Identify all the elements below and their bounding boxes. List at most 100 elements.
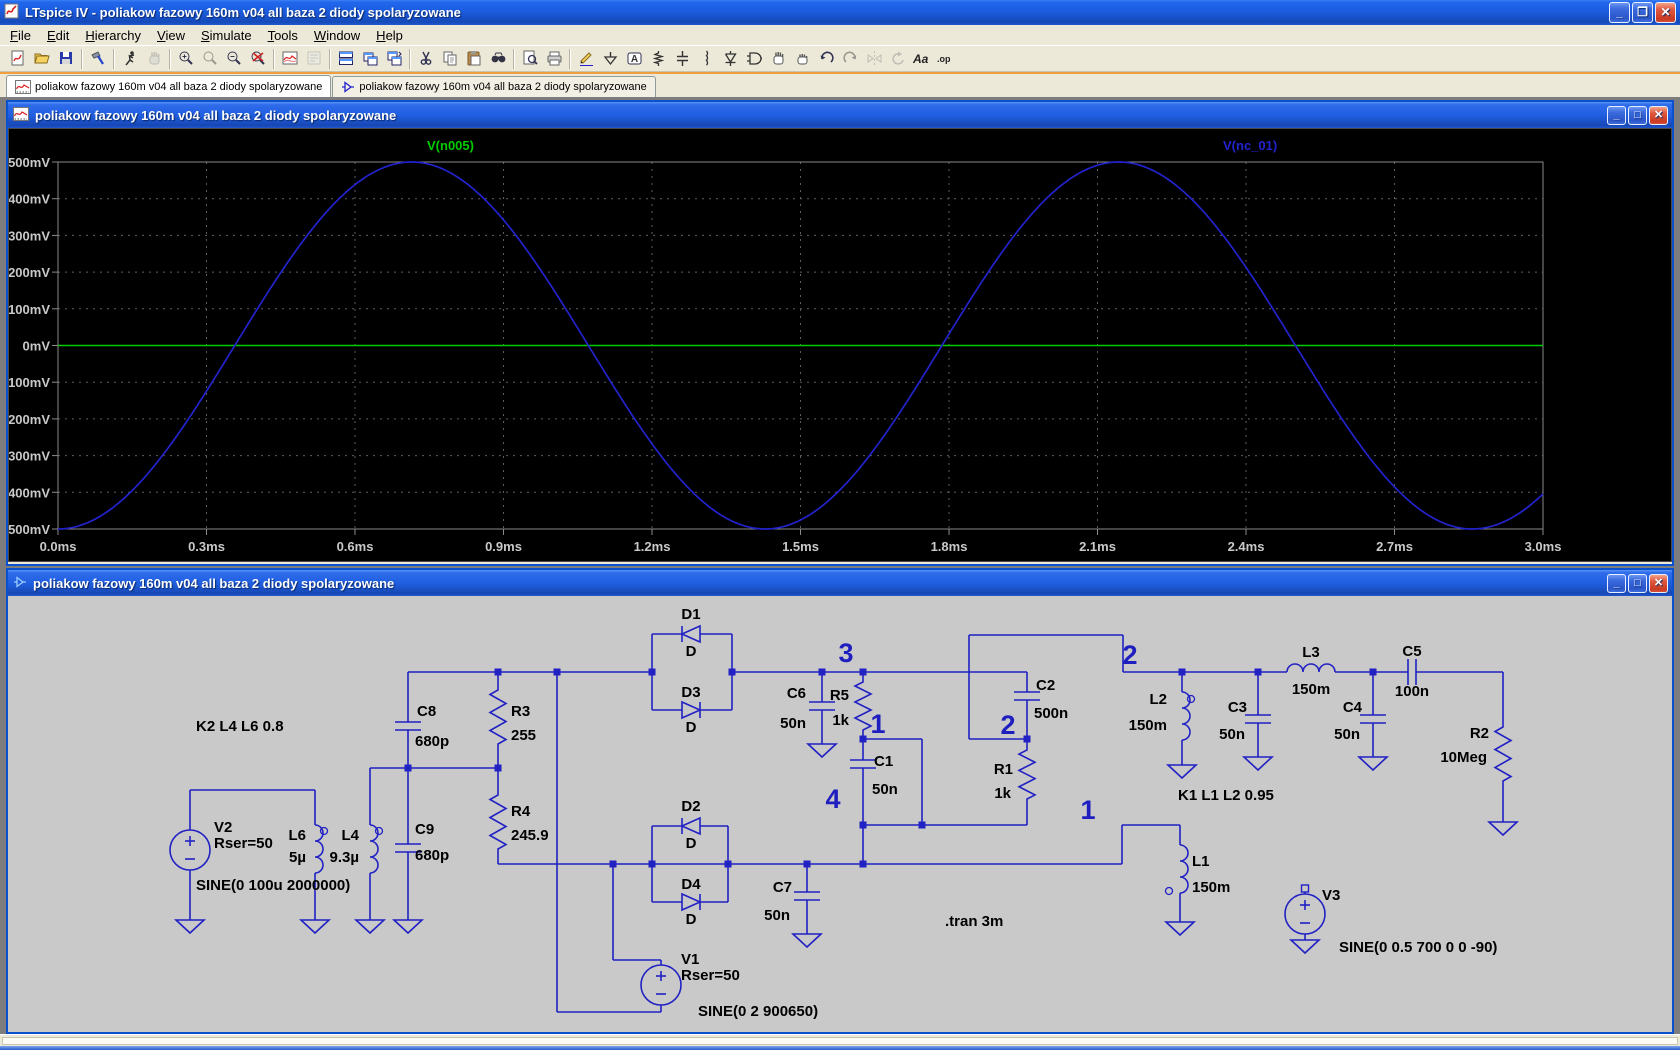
toolbar-button-undo[interactable] bbox=[814, 47, 838, 70]
waveform-close-button[interactable]: ✕ bbox=[1649, 106, 1668, 125]
label-d2-name[interactable]: D2 bbox=[681, 798, 700, 815]
label-l1-name[interactable]: L1 bbox=[1192, 853, 1210, 870]
label-d1-value[interactable]: D bbox=[686, 643, 697, 660]
minimize-button[interactable]: _ bbox=[1609, 2, 1630, 23]
toolbar-button-find[interactable] bbox=[486, 47, 510, 70]
app-title-bar[interactable]: LTspice IV - poliakow fazowy 160m v04 al… bbox=[0, 0, 1680, 25]
toolbar-button-place-capacitor[interactable] bbox=[670, 47, 694, 70]
toolbar-button-tile-horizontal[interactable] bbox=[334, 47, 358, 70]
menu-simulate[interactable]: Simulate bbox=[193, 26, 260, 45]
toolbar-button-halt[interactable] bbox=[142, 47, 166, 70]
toolbar-button-new-schematic[interactable] bbox=[6, 47, 30, 70]
directive-k2[interactable]: K2 L4 L6 0.8 bbox=[196, 718, 284, 735]
label-v1-model[interactable]: SINE(0 2 900650) bbox=[698, 1003, 818, 1020]
label-d4-name[interactable]: D4 bbox=[681, 876, 701, 893]
trace-label-vnc01[interactable]: V(nc_01) bbox=[1223, 138, 1277, 153]
label-c4-name[interactable]: C4 bbox=[1343, 699, 1363, 716]
toolbar-button-move[interactable] bbox=[766, 47, 790, 70]
label-r5-value[interactable]: 1k bbox=[832, 712, 849, 729]
node-label-2a[interactable]: 2 bbox=[1000, 710, 1015, 740]
label-c8-value[interactable]: 680p bbox=[415, 733, 449, 750]
toolbar-button-cut[interactable] bbox=[414, 47, 438, 70]
toolbar-button-place-label[interactable]: A bbox=[622, 47, 646, 70]
label-c3-value[interactable]: 50n bbox=[1219, 726, 1245, 743]
toolbar-button-place-inductor[interactable] bbox=[694, 47, 718, 70]
toolbar-button-plot-settings[interactable] bbox=[302, 47, 326, 70]
toolbar-button-open[interactable] bbox=[30, 47, 54, 70]
label-d3-value[interactable]: D bbox=[686, 719, 697, 736]
menu-window[interactable]: Window bbox=[306, 26, 368, 45]
toolbar-button-control-panel[interactable] bbox=[86, 47, 110, 70]
label-l3-name[interactable]: L3 bbox=[1302, 644, 1320, 661]
toolbar-button-mirror[interactable] bbox=[862, 47, 886, 70]
toolbar-button-place-resistor[interactable] bbox=[646, 47, 670, 70]
toolbar-button-zoom-in[interactable] bbox=[174, 47, 198, 70]
directive-tran[interactable]: .tran 3m bbox=[945, 913, 1003, 930]
label-l2-value[interactable]: 150m bbox=[1129, 717, 1167, 734]
label-c9-name[interactable]: C9 bbox=[415, 821, 434, 838]
label-r4-name[interactable]: R4 bbox=[511, 803, 531, 820]
label-c8-name[interactable]: C8 bbox=[417, 703, 436, 720]
node-label-1b[interactable]: 1 bbox=[1080, 795, 1095, 825]
toolbar-button-place-diode[interactable] bbox=[718, 47, 742, 70]
label-d3-name[interactable]: D3 bbox=[681, 684, 700, 701]
label-l4-name[interactable]: L4 bbox=[341, 827, 359, 844]
label-l6-name[interactable]: L6 bbox=[288, 827, 306, 844]
label-v2-name[interactable]: V2 bbox=[214, 819, 232, 836]
node-label-1a[interactable]: 1 bbox=[870, 709, 885, 739]
menu-view[interactable]: View bbox=[149, 26, 193, 45]
label-d1-name[interactable]: D1 bbox=[681, 606, 700, 623]
menu-hierarchy[interactable]: Hierarchy bbox=[77, 26, 149, 45]
waveform-plot[interactable]: 500mV400mV300mV200mV100mV0mV-100mV-200mV… bbox=[9, 129, 1673, 563]
label-l6-value[interactable]: 5µ bbox=[289, 849, 306, 866]
restore-button[interactable]: ❐ bbox=[1632, 2, 1653, 23]
tab-waveform[interactable]: poliakow fazowy 160m v04 all baza 2 diod… bbox=[6, 75, 331, 97]
label-c5-value[interactable]: 100n bbox=[1395, 683, 1429, 700]
ltspice-app-icon[interactable] bbox=[4, 3, 20, 22]
label-c4-value[interactable]: 50n bbox=[1334, 726, 1360, 743]
toolbar-button-zoom-back[interactable] bbox=[198, 47, 222, 70]
label-c1-name[interactable]: C1 bbox=[874, 753, 893, 770]
schematic-close-button[interactable]: ✕ bbox=[1649, 574, 1668, 593]
label-r3-value[interactable]: 255 bbox=[511, 727, 536, 744]
trace-label-vn005[interactable]: V(n005) bbox=[427, 138, 474, 153]
toolbar-button-print[interactable] bbox=[542, 47, 566, 70]
menu-file[interactable]: File bbox=[2, 26, 39, 45]
label-v2-attr[interactable]: Rser=50 bbox=[214, 835, 273, 852]
toolbar-button-copy[interactable] bbox=[438, 47, 462, 70]
label-c3-name[interactable]: C3 bbox=[1228, 699, 1247, 716]
label-r1-name[interactable]: R1 bbox=[994, 761, 1013, 778]
label-l2-name[interactable]: L2 bbox=[1149, 691, 1167, 708]
toolbar-button-place-text[interactable]: Aa bbox=[910, 47, 934, 70]
label-d2-value[interactable]: D bbox=[686, 835, 697, 852]
label-r2-value[interactable]: 10Meg bbox=[1440, 749, 1487, 766]
toolbar-button-paste[interactable] bbox=[462, 47, 486, 70]
node-label-4[interactable]: 4 bbox=[825, 784, 840, 814]
schematic-maximize-button[interactable]: □ bbox=[1628, 574, 1647, 593]
label-l4-value[interactable]: 9.3µ bbox=[330, 849, 360, 866]
label-c7-value[interactable]: 50n bbox=[764, 907, 790, 924]
waveform-plot-area[interactable]: 500mV400mV300mV200mV100mV0mV-100mV-200mV… bbox=[8, 128, 1672, 562]
label-r2-name[interactable]: R2 bbox=[1470, 725, 1489, 742]
label-c2-name[interactable]: C2 bbox=[1036, 677, 1055, 694]
toolbar-button-place-component[interactable] bbox=[742, 47, 766, 70]
toolbar-button-rotate[interactable] bbox=[886, 47, 910, 70]
toolbar-button-cascade-windows[interactable] bbox=[382, 47, 406, 70]
waveform-minimize-button[interactable]: _ bbox=[1607, 106, 1626, 125]
toolbar-button-print-preview[interactable] bbox=[518, 47, 542, 70]
label-v2-model[interactable]: SINE(0 100u 2000000) bbox=[196, 877, 350, 894]
toolbar-button-draw-wire[interactable] bbox=[574, 47, 598, 70]
label-d4-value[interactable]: D bbox=[686, 911, 697, 928]
toolbar-button-zoom-full-extents[interactable] bbox=[246, 47, 270, 70]
toolbar-button-place-ground[interactable] bbox=[598, 47, 622, 70]
schematic-drawing[interactable]: K2 L4 L6 0.8 V2Rser=50 SINE(0 100u 2000000… bbox=[8, 596, 1672, 1032]
label-c9-value[interactable]: 680p bbox=[415, 847, 449, 864]
node-label-2b[interactable]: 2 bbox=[1122, 640, 1137, 670]
toolbar-button-tile-vertical[interactable] bbox=[358, 47, 382, 70]
label-c6-value[interactable]: 50n bbox=[780, 715, 806, 732]
menu-tools[interactable]: Tools bbox=[260, 26, 306, 45]
label-r5-name[interactable]: R5 bbox=[830, 687, 849, 704]
node-label-3[interactable]: 3 bbox=[838, 638, 853, 668]
directive-k1[interactable]: K1 L1 L2 0.95 bbox=[1178, 787, 1274, 804]
toolbar-button-drag[interactable] bbox=[790, 47, 814, 70]
